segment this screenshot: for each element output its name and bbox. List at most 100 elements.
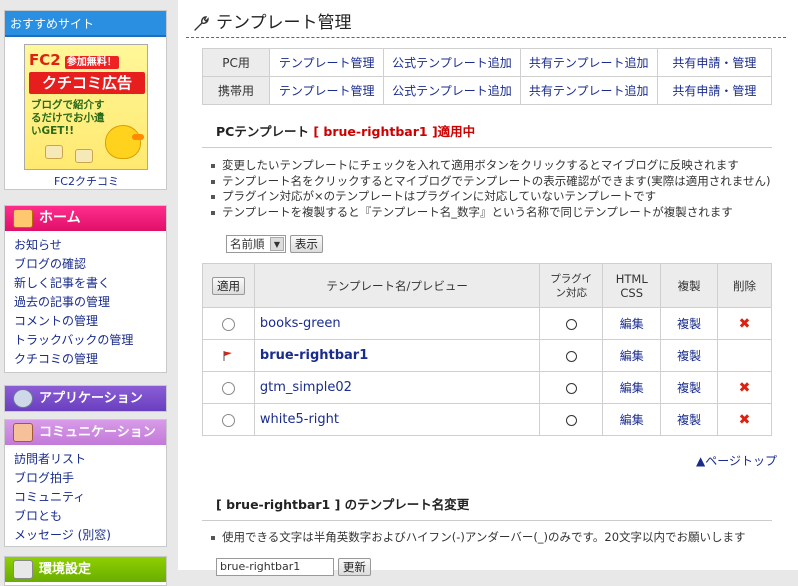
pc-template-heading-prefix: PCテンプレート [216,124,309,139]
template-table: 適用 テンプレート名/プレビュー プラグイン対応 HTML CSS 複製 削除 … [202,263,772,436]
plugin-supported-icon [565,382,577,394]
recommend-heading: おすすめサイト [5,11,166,37]
table-row: white5-right 編集 複製 ✖ [202,403,772,436]
mobile-tab-label: 携帯用 [201,76,271,105]
pc-template-manage-link[interactable]: テンプレート管理 [279,56,375,70]
wrench-icon [194,16,209,31]
sidebar-item-visitors[interactable]: 訪問者リスト [14,452,86,466]
applied-template-name: [ brue-rightbar1 ] [313,124,438,139]
mobile-template-manage-link[interactable]: テンプレート管理 [279,84,375,98]
template-name-input[interactable]: brue-rightbar1 [216,558,334,576]
plugin-supported-icon [565,318,577,330]
mobile-official-template-add-link[interactable]: 公式テンプレート追加 [392,84,512,98]
sidebar-item-community[interactable]: コミュニティ [14,490,85,504]
select-radio[interactable] [221,413,235,427]
template-name-link[interactable]: gtm_simple02 [260,380,352,395]
pc-shared-apply-manage-link[interactable]: 共有申請・管理 [672,56,756,70]
update-button[interactable]: 更新 [337,558,371,576]
sidebar-item-message[interactable]: メッセージ (別窓) [14,528,111,542]
copy-link[interactable]: 複製 [677,381,701,395]
select-radio[interactable] [221,317,235,331]
table-row: books-green 編集 複製 ✖ [202,307,772,340]
table-row: gtm_simple02 編集 複製 ✖ [202,371,772,404]
sidebar-item-new-post[interactable]: 新しく記事を書く [14,276,110,290]
copy-link[interactable]: 複製 [677,317,701,331]
sidebar-item-comments[interactable]: コメントの管理 [14,314,98,328]
sort-select-value: 名前順 [230,237,265,251]
plugin-column-header: プラグイン対応 [539,263,604,308]
application-heading-label: アプリケーション [39,391,143,406]
delete-icon[interactable]: ✖ [739,380,751,396]
pc-template-section-heading: PCテンプレート [ brue-rightbar1 ]適用中 [202,118,772,148]
edit-link[interactable]: 編集 [620,381,644,395]
house-icon [13,209,33,228]
template-name-link[interactable]: brue-rightbar1 [260,348,368,363]
money-icon [75,149,93,163]
pc-official-template-add-link[interactable]: 公式テンプレート追加 [392,56,512,70]
sidebar-item-blotomo[interactable]: ブロとも [14,509,62,523]
table-row: brue-rightbar1 編集 複製 [202,339,772,372]
communication-menu: 訪問者リスト ブログ拍手 コミュニティ ブロとも メッセージ (別窓) [5,445,166,545]
template-name-link[interactable]: white5-right [260,412,339,427]
communication-nav: コミュニケーション 訪問者リスト ブログ拍手 コミュニティ ブロとも メッセージ… [4,419,167,547]
note-item: テンプレートを複製すると『テンプレート名_数字』という名称で同じテンプレートが複… [208,205,770,221]
apply-button[interactable]: 適用 [211,276,245,295]
template-name-link[interactable]: books-green [260,316,341,331]
note-item: 変更したいテンプレートにチェックを入れて適用ボタンをクリックするとマイブログに反… [208,158,770,174]
template-tabs: PC用 テンプレート管理 公式テンプレート追加 共有テンプレート追加 共有申請・… [201,48,773,105]
mobile-shared-template-add-link[interactable]: 共有テンプレート追加 [529,84,649,98]
people-icon [13,423,33,442]
mobile-shared-apply-manage-link[interactable]: 共有申請・管理 [672,84,756,98]
sidebar-item-trackbacks[interactable]: トラックバックの管理 [14,333,133,347]
copy-link[interactable]: 複製 [677,413,701,427]
sidebar-item-kuchikomi[interactable]: クチコミの管理 [14,352,98,366]
home-nav: ホーム お知らせ ブログの確認 新しく記事を書く 過去の記事の管理 コメントの管… [4,205,167,373]
page-top-link[interactable]: ▲ページトップ [696,452,777,469]
edit-link[interactable]: 編集 [620,349,644,363]
home-heading-label: ホーム [39,210,81,226]
ad-text: ブログで紹介するだけでお小遣いGET!! [31,99,105,137]
rename-section-heading: [ brue-rightbar1 ] のテンプレート名変更 [202,491,772,521]
main-content: テンプレート管理 PC用 テンプレート管理 公式テンプレート追加 共有テンプレー… [178,0,798,576]
edit-link[interactable]: 編集 [620,413,644,427]
pc-shared-template-add-link[interactable]: 共有テンプレート追加 [529,56,649,70]
plugin-supported-icon [565,350,577,362]
sort-controls: 名前順 ▼ 表示 [226,235,323,255]
copy-link[interactable]: 複製 [677,349,701,363]
pc-tab-label: PC用 [201,48,271,77]
select-radio[interactable] [221,381,235,395]
kuchikomi-ad-banner[interactable]: FC2 参加無料！ クチコミ広告 ブログで紹介するだけでお小遣いGET!! [24,44,148,170]
ad-brand: FC2 参加無料！ [29,51,145,71]
ad-badge: 参加無料！ [64,56,119,69]
flag-icon [223,351,233,361]
sidebar-item-applause[interactable]: ブログ拍手 [14,471,74,485]
ad-brand-text: FC2 [29,51,61,69]
communication-heading-label: コミュニケーション [39,425,156,440]
page-title-text: テンプレート管理 [216,13,352,33]
recommend-caption-link[interactable]: FC2クチコミ [5,173,168,189]
duck-mascot-icon [105,125,144,159]
application-heading[interactable]: アプリケーション [5,386,166,411]
rename-controls: brue-rightbar1 更新 [216,558,371,576]
sidebar-item-blog-check[interactable]: ブログの確認 [14,257,86,271]
copy-column-header: 複製 [660,263,719,308]
applied-status: 適用中 [437,124,476,139]
delete-icon[interactable]: ✖ [739,412,751,428]
delete-column-header: 削除 [717,263,772,308]
communication-heading[interactable]: コミュニケーション [5,420,166,445]
rename-notes: 使用できる文字は半角英数字およびハイフン(-)アンダーバー(_)のみです。20文… [208,530,746,546]
show-button[interactable]: 表示 [289,235,323,253]
sidebar-item-news[interactable]: お知らせ [14,238,62,252]
sidebar-item-past-posts[interactable]: 過去の記事の管理 [14,295,110,309]
edit-link[interactable]: 編集 [620,317,644,331]
settings-nav: 環境設定 [4,556,167,586]
note-item: プラグイン対応が×のテンプレートはプラグインに対応していないテンプレートです [208,189,770,205]
sidebar: おすすめサイト FC2 参加無料！ クチコミ広告 ブログで紹介するだけでお小遣いG… [0,0,172,586]
recommend-box: おすすめサイト FC2 参加無料！ クチコミ広告 ブログで紹介するだけでお小遣いG… [4,10,167,190]
delete-icon[interactable]: ✖ [739,316,751,332]
name-column-header: テンプレート名/プレビュー [253,263,541,308]
sort-select[interactable]: 名前順 ▼ [226,235,286,253]
gear-icon [13,389,33,408]
home-heading[interactable]: ホーム [5,206,166,231]
delete-cell-empty [717,339,772,372]
